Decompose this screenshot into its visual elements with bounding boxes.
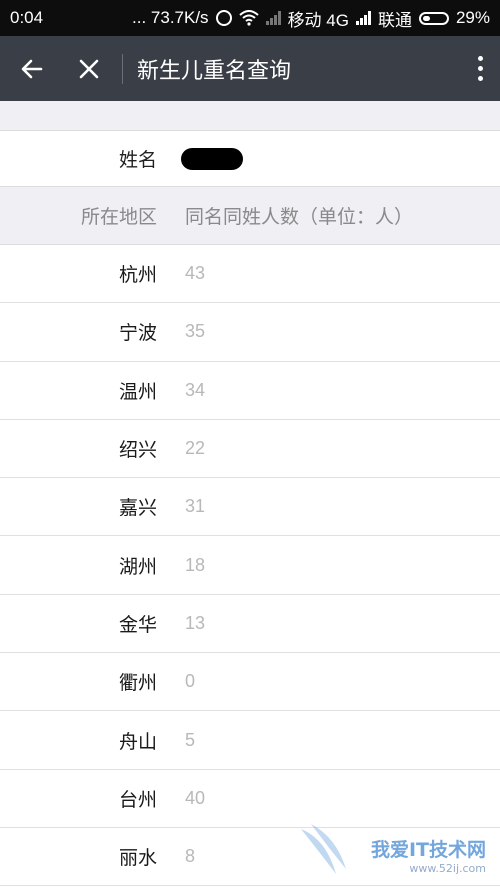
city-name: 湖州 [118, 555, 157, 578]
name-label: 姓名 [118, 149, 157, 171]
battery-level: 29% [455, 8, 490, 27]
city-name: 舟山 [118, 730, 157, 753]
table-row: 宁波 35 [0, 303, 500, 362]
page-title: 新生儿重名查询 [137, 58, 292, 84]
network-speed: ... 73.7K/s [132, 8, 209, 27]
redacted-name [181, 147, 243, 170]
section-gap [0, 101, 500, 131]
city-name: 杭州 [118, 264, 157, 287]
carrier-2: 联通 [377, 10, 412, 30]
back-button[interactable] [0, 36, 64, 101]
header-count: 同名同姓人数（单位：人） [185, 206, 414, 228]
close-button[interactable] [64, 36, 114, 101]
arrow-left-icon [21, 59, 43, 78]
table-row: 嘉兴 31 [0, 478, 500, 537]
signal-icon [355, 11, 371, 25]
table-row: 金华 13 [0, 594, 500, 654]
app-bar: 新生儿重名查询 [0, 36, 500, 101]
table-row: 杭州 43 [0, 245, 500, 304]
same-name-count: 43 [185, 263, 206, 284]
table-row: 台州 40 [0, 769, 500, 828]
city-name: 衢州 [118, 672, 157, 695]
app-bar-divider [122, 53, 123, 84]
same-name-count: 34 [185, 379, 206, 400]
city-name: 台州 [118, 788, 157, 811]
wifi-icon [238, 10, 259, 26]
city-name: 温州 [118, 380, 157, 403]
table-row: 舟山 5 [0, 711, 500, 770]
same-name-count: 40 [185, 787, 206, 808]
table-row: 温州 34 [0, 361, 500, 420]
table-row: 湖州 18 [0, 536, 500, 595]
signal-icon-empty [265, 11, 281, 25]
table-header: 所在地区 同名同姓人数（单位：人） [0, 187, 500, 245]
city-name: 丽水 [118, 847, 157, 870]
table-row: 衢州 0 [0, 653, 500, 712]
battery-icon [418, 11, 449, 25]
city-name: 金华 [118, 613, 157, 636]
city-name: 嘉兴 [118, 497, 157, 520]
same-name-count: 31 [185, 496, 206, 517]
same-name-count: 18 [185, 554, 206, 575]
more-dots-icon [477, 56, 483, 61]
header-region: 所在地区 [80, 206, 157, 228]
watermark: 我爱IT技术网 www.52ij.com [301, 824, 486, 875]
same-name-count: 5 [185, 729, 196, 750]
same-name-count: 22 [185, 438, 206, 459]
city-name: 绍兴 [118, 439, 157, 462]
carrier-1: 移动 4G [287, 10, 349, 30]
more-dot [477, 76, 483, 81]
table-row: 绍兴 22 [0, 419, 500, 479]
more-menu-button[interactable] [460, 36, 500, 101]
status-time: 0:04 [10, 8, 44, 27]
status-right: ... 73.7K/s 移动 4G 联通 29% [132, 6, 490, 31]
close-icon [79, 59, 99, 78]
same-name-count: 8 [185, 846, 196, 867]
same-name-count: 0 [185, 671, 196, 692]
result-list: 杭州 43 宁波 35 温州 34 绍兴 22 嘉兴 31 湖州 18 金华 13 衢州 0 舟… [0, 245, 500, 887]
same-name-count: 13 [185, 612, 206, 633]
more-dot [477, 66, 483, 71]
same-name-count: 35 [185, 321, 206, 342]
watermark-text: 我爱IT技术网 [370, 839, 486, 861]
status-bar: 0:04 ... 73.7K/s 移动 4G 联通 29% [0, 0, 500, 36]
name-row: 姓名 [0, 131, 500, 187]
wings-logo-icon [301, 824, 346, 874]
watermark-url: www.52ij.com [409, 862, 486, 875]
city-name: 宁波 [118, 322, 157, 345]
alarm-icon [215, 10, 232, 26]
